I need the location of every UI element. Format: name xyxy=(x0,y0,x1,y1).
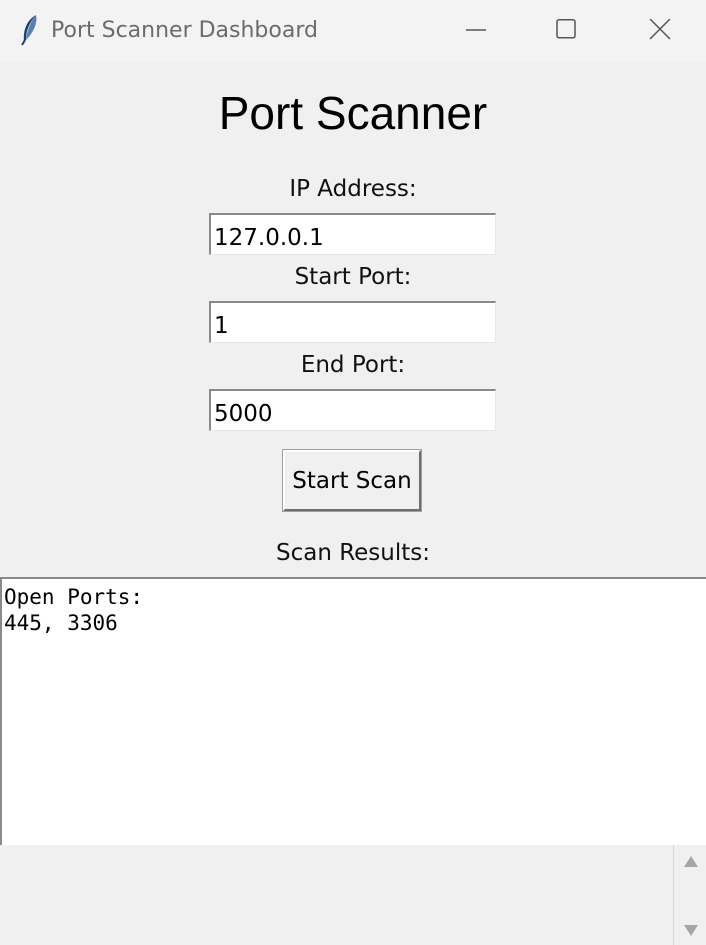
close-button[interactable] xyxy=(613,0,705,62)
scan-results-textbox[interactable]: Open Ports: 445, 3306 xyxy=(0,577,706,845)
ip-address-input[interactable] xyxy=(209,213,496,255)
end-port-label: End Port: xyxy=(300,352,406,378)
title-bar: Port Scanner Dashboard xyxy=(0,0,706,62)
start-scan-button[interactable]: Start Scan xyxy=(283,450,421,511)
scan-results-label: Scan Results: xyxy=(275,540,431,566)
page-title: Port Scanner xyxy=(218,87,488,139)
scroll-up-arrow-icon[interactable] xyxy=(683,855,699,869)
close-icon xyxy=(649,19,671,40)
maximize-button[interactable] xyxy=(520,0,612,62)
start-port-input[interactable] xyxy=(209,301,496,343)
start-port-label: Start Port: xyxy=(294,264,412,290)
minimize-button[interactable] xyxy=(430,0,522,62)
feather-icon xyxy=(21,15,37,46)
minimize-icon xyxy=(466,29,486,31)
scroll-down-arrow-icon[interactable] xyxy=(683,923,699,937)
end-port-input[interactable] xyxy=(209,389,496,431)
window-title: Port Scanner Dashboard xyxy=(51,18,318,43)
ip-address-label: IP Address: xyxy=(289,176,417,202)
maximize-icon xyxy=(556,19,576,39)
vertical-scrollbar[interactable] xyxy=(673,845,706,945)
